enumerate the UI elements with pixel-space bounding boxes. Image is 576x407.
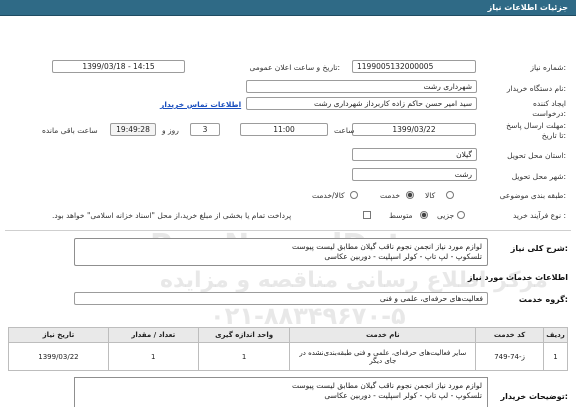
services-section-title: اطلاعات خدمات مورد نیاز: [467, 273, 568, 282]
remaining-label: ساعت باقی مانده: [42, 126, 98, 135]
cell-name: سایر فعالیت‌های حرفه‌ای، علمی و فنی طبقه…: [289, 342, 477, 371]
category-radio-goods[interactable]: [446, 191, 454, 199]
services-table: ردیف کد خدمت نام خدمت واحد اندازه گیری ت…: [8, 327, 568, 371]
cell-date: 1399/03/22: [8, 342, 109, 371]
cell-qty: 1: [107, 342, 199, 371]
page-header: جزئیات اطلاعات نیاز: [0, 0, 576, 16]
cell-unit: 1: [197, 342, 291, 371]
days-field: 3: [190, 123, 220, 136]
buyer-org-field: شهرداری رشت: [246, 80, 477, 93]
page-title: جزئیات اطلاعات نیاز: [487, 3, 568, 12]
service-group-field: فعالیت‌های حرفه‌ای، علمی و فنی: [74, 292, 488, 305]
days-label: روز و: [162, 126, 179, 135]
table-header-row: ردیف کد خدمت نام خدمت واحد اندازه گیری ت…: [8, 327, 568, 343]
buyer-contact-link[interactable]: اطلاعات تماس خریدار: [160, 100, 241, 109]
summary-label: شرح کلی نیاز:: [510, 244, 568, 253]
buyer-notes-label: توضیحات خریدار:: [500, 392, 568, 401]
col-qty: تعداد / مقدار: [107, 327, 199, 343]
col-unit: واحد اندازه گیری: [197, 327, 291, 343]
requester-label-2: درخواست:: [532, 109, 566, 118]
announce-label: تاریخ و ساعت اعلان عمومی:: [249, 63, 340, 72]
col-code: کد خدمت: [475, 327, 545, 343]
watermark-phone: ۰۲۱-۸۸۳۴۹۶۷۰-۵: [210, 302, 406, 330]
buyer-notes-box: لوازم مورد نیاز انجمن نجوم ناقب گیلان مط…: [74, 377, 488, 407]
deadline-label-1: مهلت ارسال پاسخ:: [506, 121, 566, 130]
need-number-field: 1199005132000005: [352, 60, 476, 73]
announce-field: 1399/03/18 - 14:15: [52, 60, 185, 73]
col-date: تاریخ نیاز: [8, 327, 109, 343]
requester-label-1: ایجاد کننده: [533, 99, 566, 108]
process-radio-minor[interactable]: [457, 211, 465, 219]
divider: [5, 230, 571, 231]
deadline-label-2: تا تاریخ:: [541, 131, 566, 140]
process-option-minor-label: جزیی: [437, 211, 455, 220]
col-name: نام خدمت: [289, 327, 477, 343]
deadline-date-field: 1399/03/22: [352, 123, 476, 136]
category-label: طبقه بندی موضوعی:: [499, 191, 566, 200]
process-label: نوع فرآیند خرید :: [512, 211, 566, 220]
deadline-time-field: 11:00: [240, 123, 328, 136]
city-field: رشت: [352, 168, 477, 181]
service-group-label: گروه خدمت:: [518, 295, 568, 304]
city-label: شهر محل تحویل:: [511, 172, 566, 181]
process-option-medium-label: متوسط: [389, 211, 413, 220]
category-radio-service[interactable]: [406, 191, 414, 199]
cell-row: 1: [543, 342, 568, 371]
need-number-label: شماره نیاز:: [530, 63, 566, 72]
table-row: 1 ز-74-749 سایر فعالیت‌های حرفه‌ای، علمی…: [8, 342, 568, 371]
summary-line-1: لوازم مورد نیاز انجمن نجوم ناقب گیلان مط…: [292, 242, 482, 251]
category-option-goods-label: کالا: [425, 191, 436, 200]
province-field: گیلان: [352, 148, 477, 161]
remaining-time-field: 19:49:28: [110, 123, 156, 136]
process-radio-medium[interactable]: [420, 211, 428, 219]
col-row: ردیف: [543, 327, 568, 343]
category-option-service-label: خدمت: [380, 191, 400, 200]
summary-line-2: تلسکوپ - لپ تاپ - کولر اسپلیت - دوربین ع…: [324, 252, 482, 261]
category-radio-both[interactable]: [350, 191, 358, 199]
treasury-payment-checkbox[interactable]: [363, 211, 371, 219]
deadline-time-label: ساعت: [334, 126, 355, 135]
buyer-notes-line-1: لوازم مورد نیاز انجمن نجوم ناقب گیلان مط…: [292, 381, 482, 390]
buyer-notes-line-2: تلسکوپ - لپ تاپ - کولر اسپلیت - دوربین ع…: [324, 391, 482, 400]
buyer-org-label: نام دستگاه خریدار:: [506, 84, 566, 93]
cell-code: ز-74-749: [475, 342, 545, 371]
treasury-payment-note: پرداخت تمام یا بخشی از مبلغ خرید،از محل …: [52, 211, 292, 220]
requester-field: سید امیر حسن حاکم زاده کاربرداز شهرداری …: [246, 97, 477, 110]
province-label: استان محل تحویل:: [507, 151, 566, 160]
summary-box: لوازم مورد نیاز انجمن نجوم ناقب گیلان مط…: [74, 238, 488, 266]
category-option-both-label: کالا/خدمت: [312, 191, 345, 200]
